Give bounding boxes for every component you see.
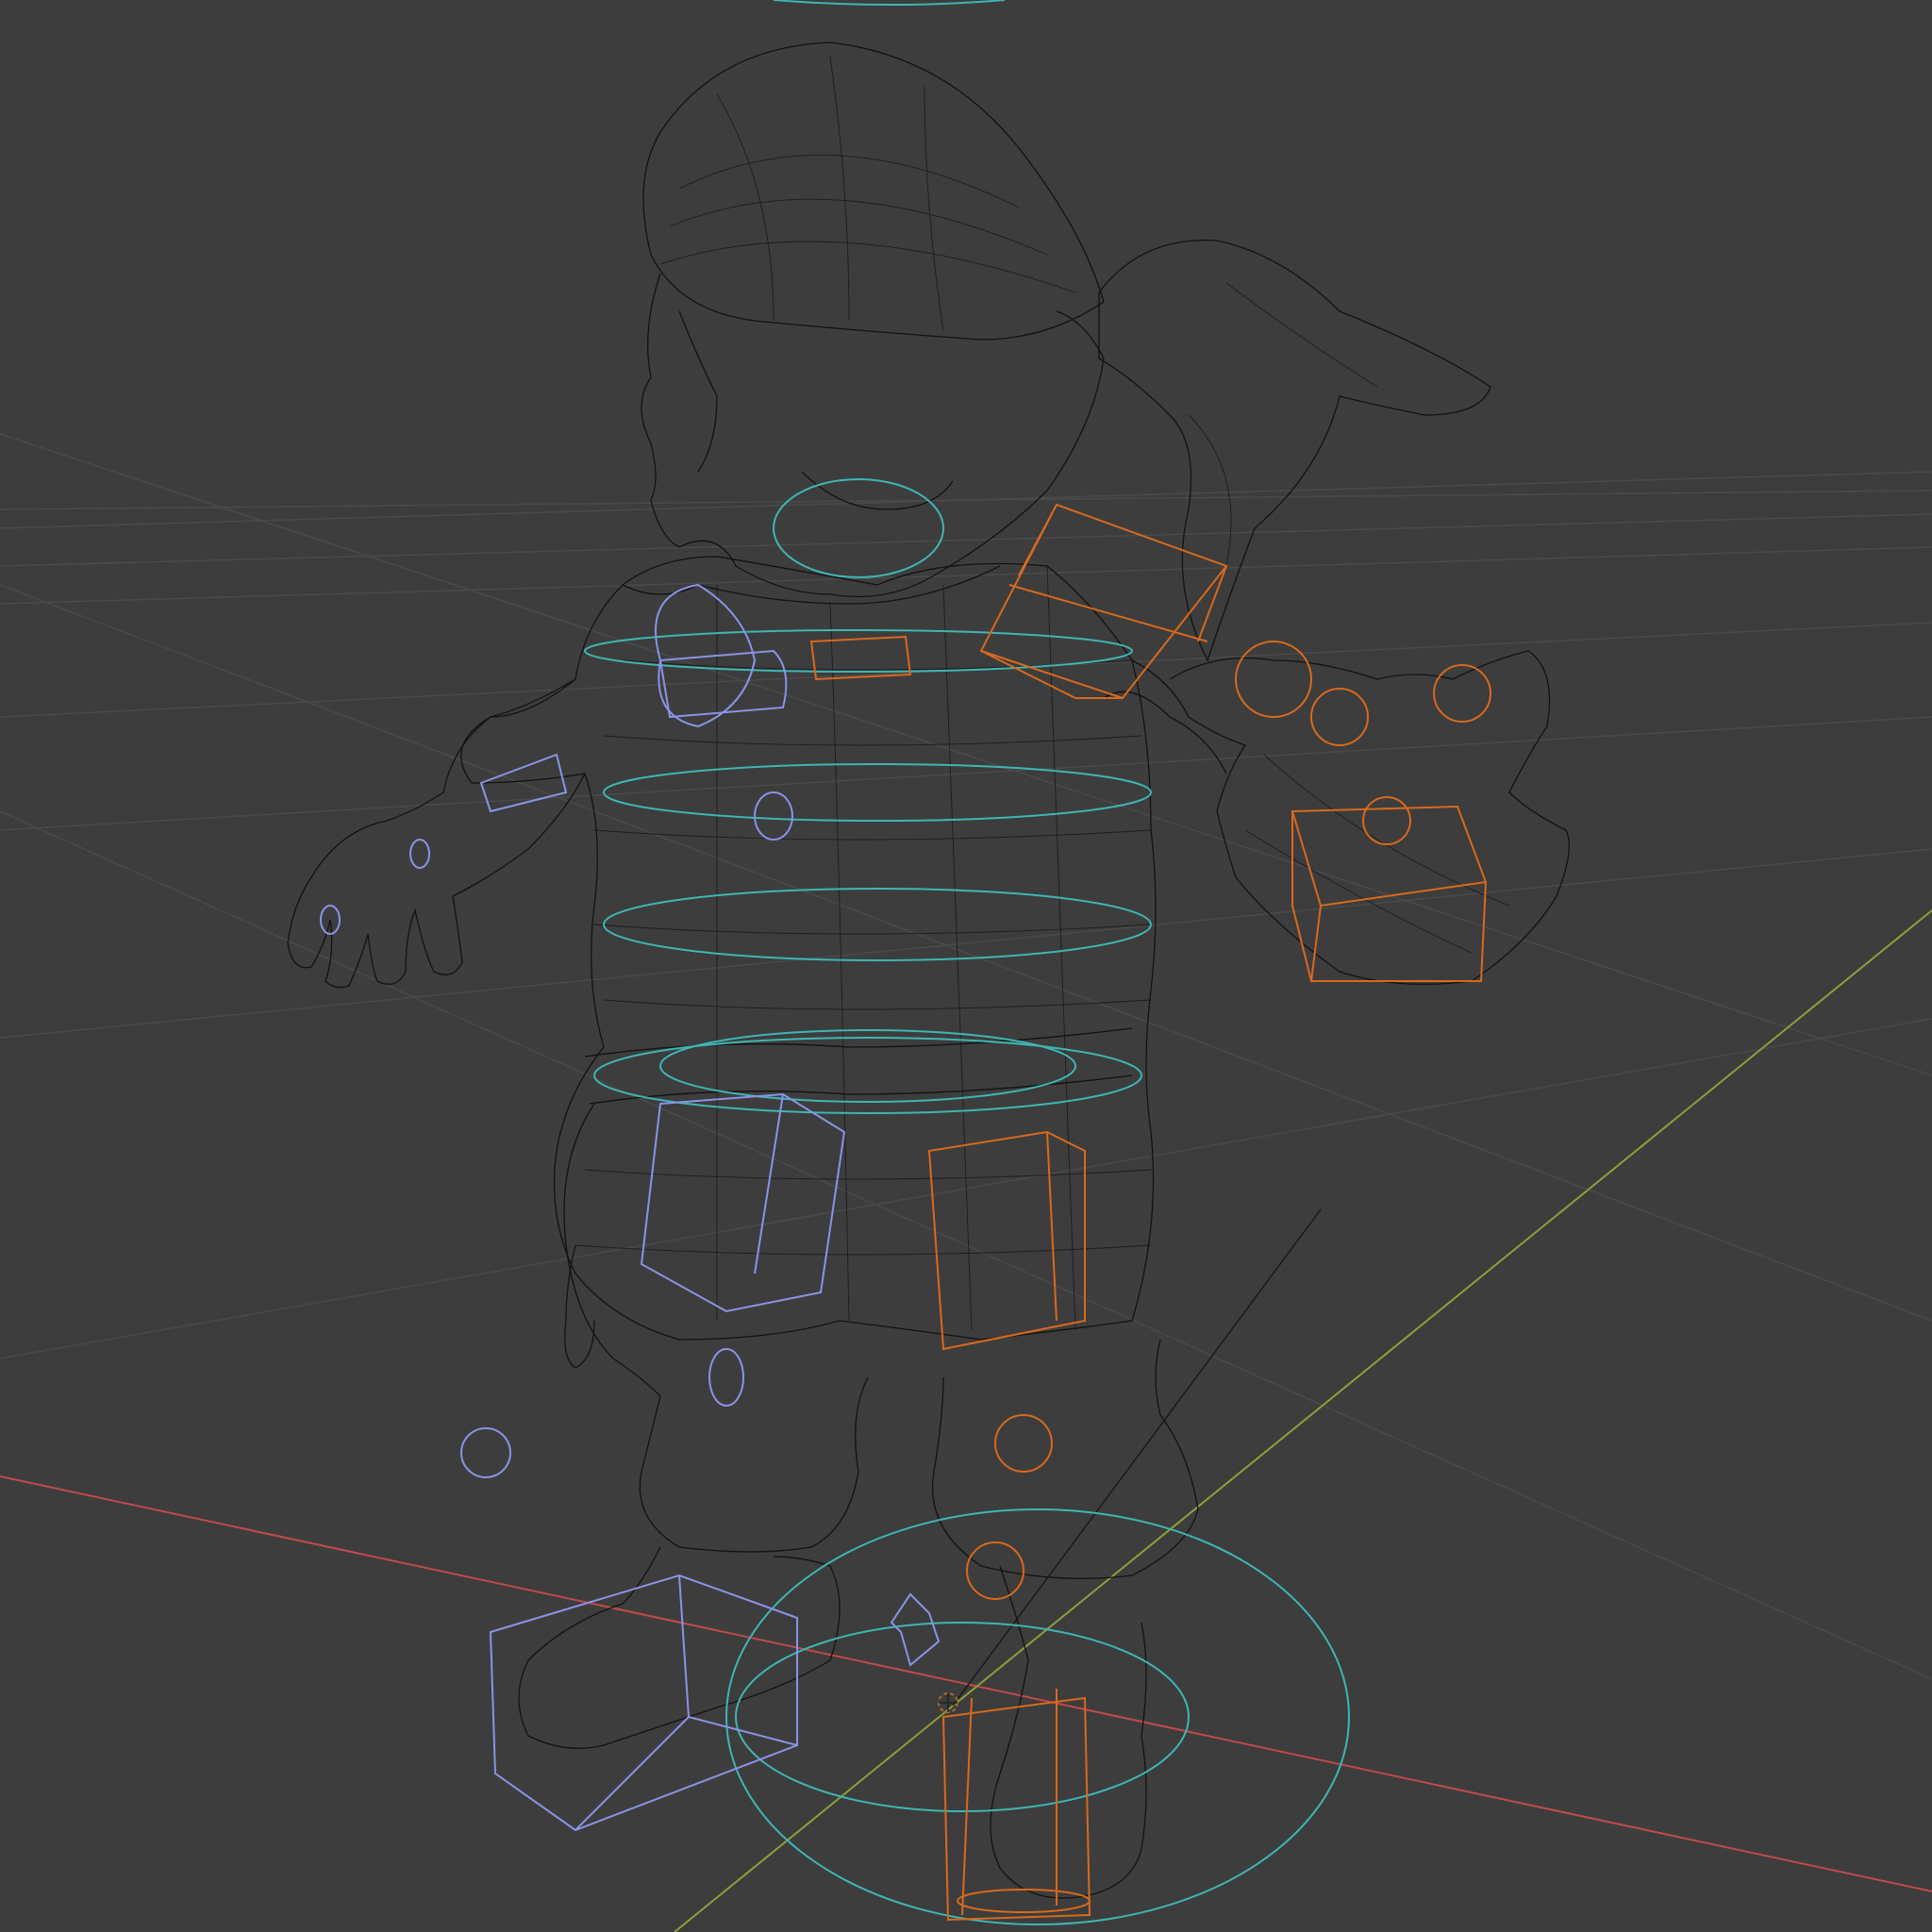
right-finger-control[interactable] — [1433, 664, 1491, 723]
left-side-controls[interactable] — [320, 583, 941, 1832]
left-knee-control[interactable] — [708, 1348, 744, 1407]
left-elbow-control[interactable] — [754, 791, 793, 841]
right-hand-ik-control[interactable] — [1291, 805, 1488, 982]
top-control-ring[interactable] — [773, 0, 1006, 6]
right-knee-pole-control[interactable] — [966, 1541, 1024, 1600]
right-thigh-control[interactable] — [927, 1130, 1086, 1351]
right-foot-ik-control[interactable] — [941, 1689, 1091, 1922]
right-hand-control[interactable] — [1362, 796, 1411, 845]
mesh-edges — [575, 56, 1510, 1331]
right-knee-control[interactable] — [994, 1414, 1053, 1473]
floor-grid — [0, 433, 1932, 1680]
right-elbow-control[interactable] — [1235, 641, 1312, 718]
character-mesh[interactable] — [287, 42, 1570, 1899]
spine-control-upper[interactable] — [603, 763, 1152, 822]
neck-control[interactable] — [773, 478, 944, 578]
left-foot-ik-control[interactable] — [489, 1574, 798, 1832]
3d-viewport[interactable] — [0, 0, 1932, 1932]
right-side-controls[interactable] — [809, 503, 1491, 1922]
left-foot-roll-control[interactable] — [890, 1592, 941, 1667]
spine-control-lower[interactable] — [603, 888, 1152, 961]
left-shoulder-control[interactable] — [655, 583, 757, 728]
right-heel-control[interactable] — [957, 1889, 1091, 1913]
viewport-canvas[interactable] — [0, 0, 1932, 1932]
left-knee-pole-control[interactable] — [460, 1427, 511, 1478]
left-thigh-control[interactable] — [640, 1092, 846, 1313]
right-wrist-control[interactable] — [1310, 688, 1369, 746]
left-hand-control[interactable] — [409, 839, 430, 869]
root-control[interactable] — [725, 1508, 1350, 1925]
pelvis-control[interactable] — [659, 1029, 1076, 1103]
3d-cursor[interactable] — [938, 1692, 958, 1713]
viewport-guide-line — [952, 1208, 1322, 1707]
y-axis-line — [674, 909, 1932, 1932]
